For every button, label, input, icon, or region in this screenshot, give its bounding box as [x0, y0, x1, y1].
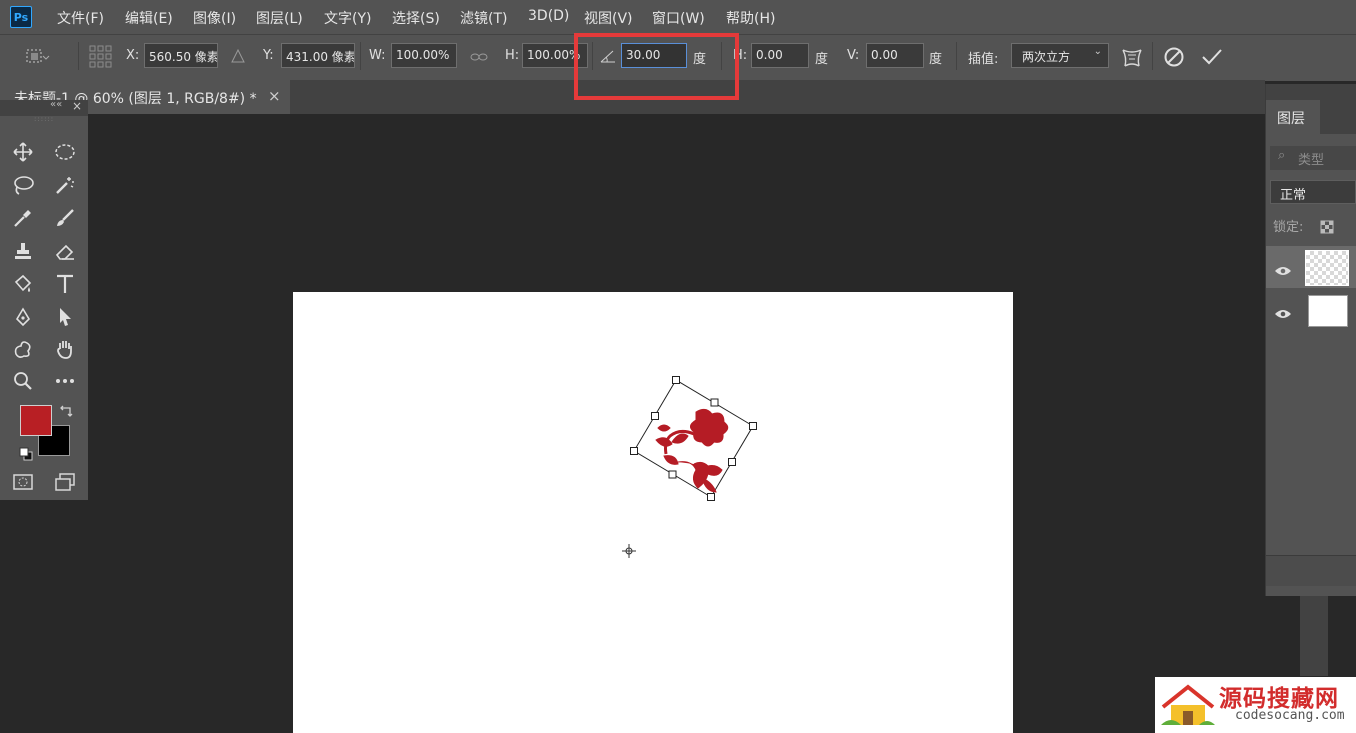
elliptical-marquee-tool-icon[interactable] — [51, 138, 79, 166]
watermark-url: codesocang.com — [1235, 708, 1345, 723]
search-icon: ⌕ — [1278, 148, 1286, 163]
y-position-input[interactable]: 431.00 像素 — [281, 43, 355, 68]
chevron-down-icon: ⌄ — [1093, 46, 1102, 57]
separator — [360, 42, 361, 70]
transform-bounding-box[interactable] — [620, 370, 765, 505]
search-placeholder: 类型 — [1298, 153, 1325, 168]
highlight-annotation-box — [574, 33, 739, 100]
x-position-input[interactable]: 560.50 像素 — [144, 43, 218, 68]
menu-filter[interactable]: 滤镜(T) — [460, 8, 507, 28]
lasso-tool-icon[interactable] — [9, 171, 37, 199]
menu-help[interactable]: 帮助(H) — [726, 8, 775, 28]
layer-thumbnail-transparent[interactable] — [1305, 250, 1349, 286]
swap-colors-icon[interactable] — [58, 404, 74, 420]
separator — [78, 42, 79, 70]
delta-icon[interactable] — [230, 48, 246, 64]
house-icon — [1161, 684, 1215, 725]
menu-select[interactable]: 选择(S) — [392, 8, 440, 28]
custom-shape-tool-icon[interactable] — [9, 335, 37, 363]
path-selection-tool-icon[interactable] — [51, 303, 79, 331]
h-skew-unit-label: 度 — [815, 52, 829, 67]
horizontal-skew-input[interactable]: 0.00 — [751, 43, 809, 68]
watermark-logo: 源码搜藏网 codesocang.com — [1155, 677, 1356, 733]
photoshop-logo-icon[interactable]: Ps — [10, 6, 32, 28]
interpolation-select[interactable]: 两次立方 ⌄ — [1011, 43, 1109, 68]
foreground-color-swatch[interactable] — [20, 405, 52, 436]
hand-tool-icon[interactable] — [51, 335, 79, 363]
reference-point-icon[interactable] — [88, 44, 114, 70]
layers-tab-label[interactable]: 图层 — [1277, 108, 1305, 128]
v-skew-label: V: — [847, 48, 860, 63]
eyedropper-tool-icon[interactable] — [9, 204, 37, 232]
lock-label: 锁定: — [1273, 220, 1304, 235]
menu-edit[interactable]: 编辑(E) — [125, 8, 173, 28]
cancel-transform-icon[interactable] — [1163, 46, 1185, 68]
commit-transform-icon[interactable] — [1200, 46, 1224, 68]
layer-thumbnail-white[interactable] — [1308, 295, 1348, 327]
quick-mask-icon[interactable] — [9, 468, 37, 496]
menu-window[interactable]: 窗口(W) — [652, 8, 705, 28]
x-label: X: — [126, 48, 140, 63]
close-icon[interactable]: × — [268, 87, 281, 105]
pivot-point-icon[interactable] — [621, 543, 637, 559]
move-tool-icon[interactable] — [9, 138, 37, 166]
paint-bucket-tool-icon[interactable] — [9, 270, 37, 298]
magic-wand-tool-icon[interactable] — [51, 171, 79, 199]
transform-tool-preset-icon[interactable] — [22, 45, 50, 69]
menu-3d[interactable]: 3D(D) — [528, 8, 569, 24]
eye-icon[interactable] — [1274, 262, 1292, 275]
default-colors-icon[interactable] — [19, 446, 33, 461]
menu-view[interactable]: 视图(V) — [584, 8, 633, 28]
link-icon[interactable] — [469, 49, 489, 63]
interpolation-label: 插值: — [968, 52, 999, 67]
close-icon[interactable]: × — [72, 99, 82, 113]
blend-mode-value: 正常 — [1280, 188, 1307, 203]
layer-search-input[interactable]: ⌕ 类型 — [1270, 146, 1356, 170]
flower-layer-artwork — [655, 408, 729, 493]
warp-mode-icon[interactable] — [1119, 44, 1145, 70]
brush-tool-icon[interactable] — [51, 204, 79, 232]
v-skew-unit-label: 度 — [929, 52, 943, 67]
screen-mode-icon[interactable] — [51, 468, 79, 496]
separator — [1152, 42, 1153, 70]
zoom-tool-icon[interactable] — [9, 367, 37, 395]
w-label: W: — [369, 48, 386, 63]
document-canvas[interactable] — [293, 292, 1013, 733]
clone-stamp-tool-icon[interactable] — [9, 237, 37, 265]
width-percent-input[interactable]: 100.00% — [391, 43, 457, 68]
eraser-tool-icon[interactable] — [51, 237, 79, 265]
pen-tool-icon[interactable] — [9, 303, 37, 331]
panel-dock-header — [1266, 84, 1356, 100]
blend-mode-select[interactable]: 正常 — [1270, 180, 1356, 204]
panel-strip — [1300, 596, 1328, 676]
eye-icon[interactable] — [1274, 305, 1292, 318]
h-label: H: — [505, 48, 520, 63]
layers-panel-footer — [1266, 555, 1356, 586]
more-tools-icon[interactable] — [51, 367, 79, 395]
y-label: Y: — [263, 48, 274, 63]
type-tool-icon[interactable] — [51, 270, 79, 298]
collapse-icon[interactable]: «« — [50, 99, 62, 110]
lock-transparent-icon[interactable] — [1320, 219, 1334, 234]
menu-file[interactable]: 文件(F) — [57, 8, 104, 28]
menu-type[interactable]: 文字(Y) — [324, 8, 371, 28]
menu-image[interactable]: 图像(I) — [193, 8, 236, 28]
vertical-skew-input[interactable]: 0.00 — [866, 43, 924, 68]
toolbox-grip[interactable]: :::::: — [34, 115, 54, 123]
menu-layer[interactable]: 图层(L) — [256, 8, 303, 28]
interpolation-value: 两次立方 — [1022, 50, 1071, 64]
separator — [956, 42, 957, 70]
